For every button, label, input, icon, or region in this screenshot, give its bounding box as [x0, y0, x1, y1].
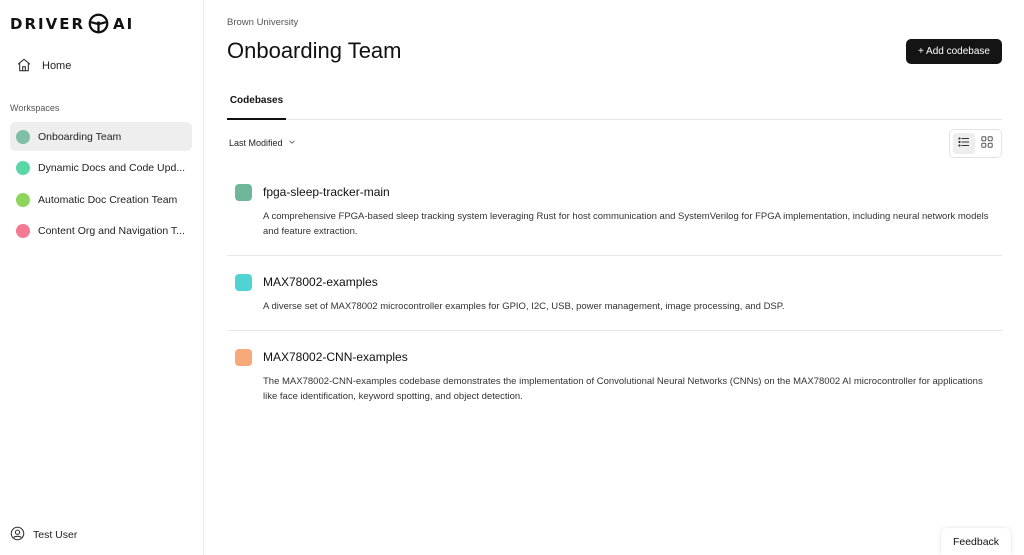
home-icon	[16, 57, 32, 76]
user-menu[interactable]: Test User	[10, 526, 77, 544]
logo[interactable]: DRIVER AI	[10, 13, 134, 34]
grid-view-icon	[981, 135, 993, 153]
sidebar-item-workspace[interactable]: Onboarding Team	[10, 122, 192, 151]
view-toggle	[949, 129, 1002, 158]
workspace-color-dot	[16, 129, 30, 144]
steering-wheel-icon	[88, 13, 109, 34]
codebase-list: fpga-sleep-tracker-main A comprehensive …	[227, 180, 1002, 411]
sidebar-item-label: Home	[42, 60, 72, 72]
sidebar: DRIVER AI Home Workspaces Onboarding Tea…	[0, 0, 204, 555]
user-avatar-icon	[10, 526, 25, 544]
codebase-list-item[interactable]: fpga-sleep-tracker-main A comprehensive …	[227, 180, 1002, 256]
sort-selected-value: Last Modified	[229, 138, 283, 148]
codebase-color-icon	[235, 274, 252, 291]
codebase-color-icon	[235, 349, 252, 366]
chevron-down-icon	[288, 138, 296, 148]
codebase-list-item[interactable]: MAX78002-CNN-examples The MAX78002-CNN-e…	[227, 331, 1002, 411]
workspaces-heading: Workspaces	[10, 103, 60, 113]
add-codebase-button[interactable]: + Add codebase	[906, 39, 1002, 64]
breadcrumb[interactable]: Brown University	[227, 17, 298, 28]
sort-dropdown[interactable]: Last Modified	[229, 138, 296, 148]
sidebar-item-workspace[interactable]: Content Org and Navigation T...	[10, 217, 192, 246]
codebase-name[interactable]: MAX78002-examples	[263, 275, 378, 289]
codebase-list-item[interactable]: MAX78002-examples A diverse set of MAX78…	[227, 256, 1002, 331]
codebase-description: A diverse set of MAX78002 microcontrolle…	[263, 301, 785, 312]
sidebar-item-home[interactable]: Home	[10, 54, 192, 78]
user-name: Test User	[33, 529, 78, 541]
tab-bar: Codebases	[227, 88, 1002, 120]
sidebar-item-workspace[interactable]: Automatic Doc Creation Team	[10, 185, 192, 214]
feedback-button[interactable]: Feedback	[941, 528, 1011, 555]
workspace-color-dot	[16, 161, 30, 175]
codebase-name[interactable]: fpga-sleep-tracker-main	[263, 185, 390, 199]
logo-text-ai: AI	[113, 14, 135, 33]
workspace-label: Automatic Doc Creation Team	[38, 193, 178, 206]
workspace-label: Content Org and Navigation T...	[38, 225, 185, 237]
codebase-color-icon	[235, 184, 252, 201]
tab-codebases[interactable]: Codebases	[227, 88, 286, 120]
workspace-label: Onboarding Team	[38, 130, 122, 143]
list-view-icon	[958, 135, 970, 153]
page-title: Onboarding Team	[227, 38, 402, 63]
codebase-description: The MAX78002-CNN-examples codebase demon…	[263, 376, 983, 402]
workspace-color-dot	[16, 224, 30, 238]
codebase-name[interactable]: MAX78002-CNN-examples	[263, 350, 408, 364]
codebase-description: A comprehensive FPGA-based sleep trackin…	[263, 211, 989, 237]
logo-text-driver: DRIVER	[10, 14, 85, 33]
sidebar-item-workspace[interactable]: Dynamic Docs and Code Upd...	[10, 154, 192, 183]
workspace-label: Dynamic Docs and Code Upd...	[38, 162, 186, 174]
list-view-button[interactable]	[953, 133, 975, 154]
workspace-color-dot	[16, 192, 30, 207]
grid-view-button[interactable]	[977, 133, 999, 154]
workspace-list: Onboarding Team Dynamic Docs and Code Up…	[10, 122, 192, 248]
